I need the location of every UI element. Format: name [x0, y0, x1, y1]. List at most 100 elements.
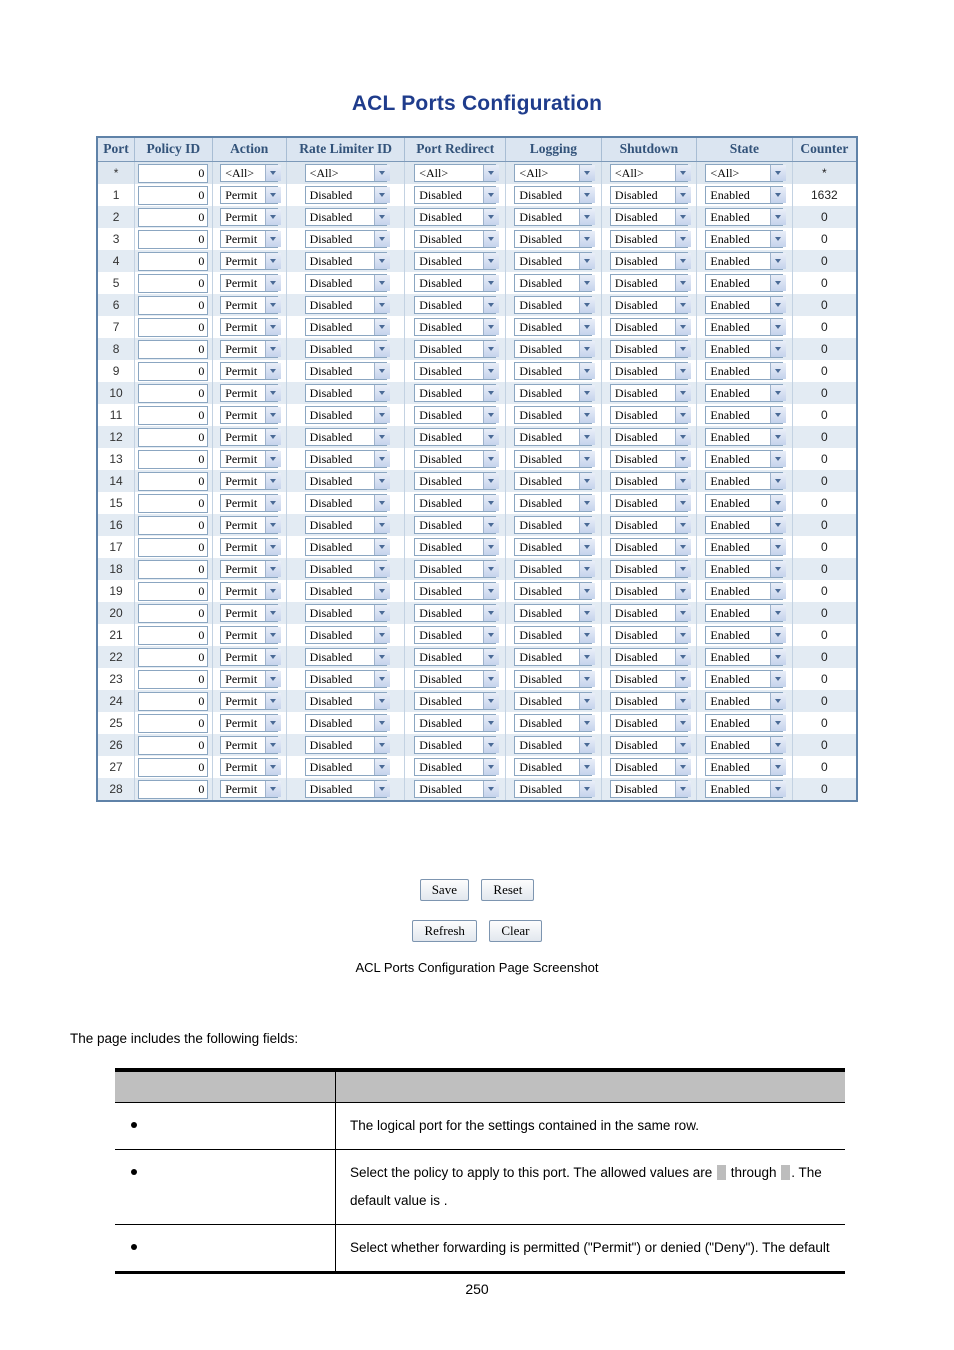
- policy-id-input[interactable]: 0: [138, 295, 209, 315]
- logging-select[interactable]: Disabled: [514, 406, 596, 424]
- action-select[interactable]: Permit: [220, 516, 282, 534]
- rate-limiter-id-select[interactable]: Disabled: [304, 384, 390, 402]
- chevron-down-icon[interactable]: [770, 385, 787, 401]
- chevron-down-icon[interactable]: [265, 781, 282, 797]
- save-button[interactable]: Save: [419, 879, 469, 901]
- chevron-down-icon[interactable]: [579, 297, 596, 313]
- state-select[interactable]: Enabled: [705, 516, 787, 534]
- policy-id-input[interactable]: 0: [138, 339, 209, 359]
- action-select[interactable]: Permit: [220, 604, 282, 622]
- shutdown-select[interactable]: Disabled: [609, 714, 691, 732]
- chevron-down-icon[interactable]: [265, 715, 282, 731]
- chevron-down-icon[interactable]: [579, 231, 596, 247]
- state-select[interactable]: Enabled: [705, 186, 787, 204]
- chevron-down-icon[interactable]: [373, 451, 390, 467]
- shutdown-select[interactable]: Disabled: [609, 406, 691, 424]
- port-redirect-select[interactable]: Disabled: [414, 648, 500, 666]
- chevron-down-icon[interactable]: [265, 297, 282, 313]
- chevron-down-icon[interactable]: [579, 561, 596, 577]
- logging-select[interactable]: Disabled: [514, 560, 596, 578]
- chevron-down-icon[interactable]: [373, 693, 390, 709]
- chevron-down-icon[interactable]: [770, 473, 787, 489]
- chevron-down-icon[interactable]: [483, 759, 500, 775]
- chevron-down-icon[interactable]: [770, 165, 787, 181]
- chevron-down-icon[interactable]: [674, 363, 691, 379]
- chevron-down-icon[interactable]: [483, 165, 500, 181]
- rate-limiter-id-select[interactable]: Disabled: [304, 186, 390, 204]
- chevron-down-icon[interactable]: [483, 737, 500, 753]
- chevron-down-icon[interactable]: [674, 385, 691, 401]
- state-select[interactable]: Enabled: [705, 736, 787, 754]
- chevron-down-icon[interactable]: [373, 517, 390, 533]
- chevron-down-icon[interactable]: [770, 693, 787, 709]
- action-select[interactable]: Permit: [220, 296, 282, 314]
- chevron-down-icon[interactable]: [483, 385, 500, 401]
- port-redirect-select[interactable]: Disabled: [414, 494, 500, 512]
- logging-select[interactable]: Disabled: [514, 296, 596, 314]
- chevron-down-icon[interactable]: [265, 693, 282, 709]
- port-redirect-select[interactable]: Disabled: [414, 692, 500, 710]
- shutdown-select[interactable]: Disabled: [609, 318, 691, 336]
- action-select[interactable]: Permit: [220, 538, 282, 556]
- state-select[interactable]: Enabled: [705, 274, 787, 292]
- shutdown-select[interactable]: Disabled: [609, 670, 691, 688]
- action-select[interactable]: Permit: [220, 318, 282, 336]
- chevron-down-icon[interactable]: [373, 781, 390, 797]
- reset-button[interactable]: Reset: [481, 879, 535, 901]
- port-redirect-select[interactable]: Disabled: [414, 670, 500, 688]
- rate-limiter-id-select[interactable]: Disabled: [304, 604, 390, 622]
- state-select[interactable]: Enabled: [705, 758, 787, 776]
- action-select[interactable]: Permit: [220, 736, 282, 754]
- chevron-down-icon[interactable]: [770, 407, 787, 423]
- policy-id-input[interactable]: 0: [138, 735, 209, 755]
- action-select[interactable]: Permit: [220, 648, 282, 666]
- state-select[interactable]: Enabled: [705, 340, 787, 358]
- logging-select[interactable]: Disabled: [514, 538, 596, 556]
- rate-limiter-id-select[interactable]: Disabled: [304, 252, 390, 270]
- chevron-down-icon[interactable]: [265, 649, 282, 665]
- chevron-down-icon[interactable]: [483, 561, 500, 577]
- chevron-down-icon[interactable]: [265, 253, 282, 269]
- port-redirect-select[interactable]: <All>: [414, 164, 500, 182]
- policy-id-input[interactable]: 0: [138, 427, 209, 447]
- chevron-down-icon[interactable]: [483, 495, 500, 511]
- chevron-down-icon[interactable]: [579, 737, 596, 753]
- chevron-down-icon[interactable]: [579, 517, 596, 533]
- chevron-down-icon[interactable]: [674, 693, 691, 709]
- action-select[interactable]: Permit: [220, 780, 282, 798]
- chevron-down-icon[interactable]: [483, 627, 500, 643]
- shutdown-select[interactable]: Disabled: [609, 362, 691, 380]
- shutdown-select[interactable]: Disabled: [609, 340, 691, 358]
- logging-select[interactable]: Disabled: [514, 780, 596, 798]
- chevron-down-icon[interactable]: [373, 407, 390, 423]
- chevron-down-icon[interactable]: [674, 429, 691, 445]
- chevron-down-icon[interactable]: [483, 253, 500, 269]
- logging-select[interactable]: Disabled: [514, 714, 596, 732]
- rate-limiter-id-select[interactable]: Disabled: [304, 450, 390, 468]
- port-redirect-select[interactable]: Disabled: [414, 406, 500, 424]
- rate-limiter-id-select[interactable]: Disabled: [304, 428, 390, 446]
- chevron-down-icon[interactable]: [373, 561, 390, 577]
- policy-id-input[interactable]: 0: [138, 207, 209, 227]
- port-redirect-select[interactable]: Disabled: [414, 318, 500, 336]
- port-redirect-select[interactable]: Disabled: [414, 362, 500, 380]
- rate-limiter-id-select[interactable]: Disabled: [304, 318, 390, 336]
- chevron-down-icon[interactable]: [770, 605, 787, 621]
- chevron-down-icon[interactable]: [483, 297, 500, 313]
- rate-limiter-id-select[interactable]: Disabled: [304, 692, 390, 710]
- chevron-down-icon[interactable]: [770, 715, 787, 731]
- logging-select[interactable]: Disabled: [514, 472, 596, 490]
- shutdown-select[interactable]: Disabled: [609, 428, 691, 446]
- shutdown-select[interactable]: Disabled: [609, 494, 691, 512]
- chevron-down-icon[interactable]: [674, 737, 691, 753]
- policy-id-input[interactable]: 0: [138, 559, 209, 579]
- chevron-down-icon[interactable]: [373, 187, 390, 203]
- chevron-down-icon[interactable]: [373, 385, 390, 401]
- port-redirect-select[interactable]: Disabled: [414, 472, 500, 490]
- policy-id-input[interactable]: 0: [138, 471, 209, 491]
- shutdown-select[interactable]: Disabled: [609, 626, 691, 644]
- chevron-down-icon[interactable]: [373, 627, 390, 643]
- logging-select[interactable]: Disabled: [514, 340, 596, 358]
- chevron-down-icon[interactable]: [579, 451, 596, 467]
- chevron-down-icon[interactable]: [483, 605, 500, 621]
